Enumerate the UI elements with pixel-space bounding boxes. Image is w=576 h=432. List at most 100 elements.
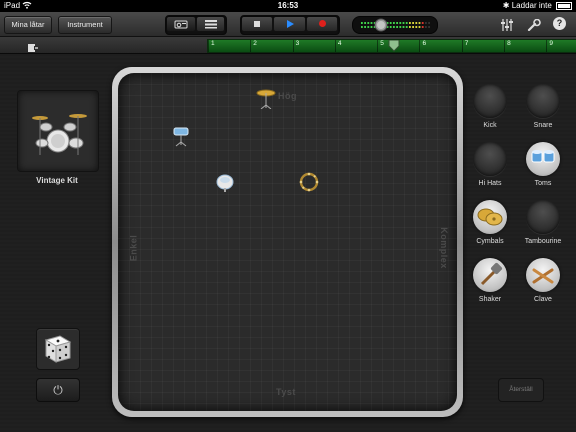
meter-led — [402, 26, 405, 28]
shaker-puck[interactable] — [214, 171, 236, 193]
wrench-icon[interactable] — [527, 18, 541, 32]
ruler-tick — [208, 40, 209, 52]
ruler-bar-number: 8 — [507, 40, 511, 47]
meter-led — [412, 22, 414, 24]
meter-led — [399, 22, 402, 24]
drum-toggle-toms[interactable] — [526, 142, 560, 176]
ruler-bar-number: 1 — [211, 40, 215, 47]
drum-view-icon[interactable] — [167, 17, 195, 31]
transport-controls — [240, 15, 340, 35]
meter-led — [418, 22, 421, 24]
battery-text: Laddar inte — [511, 1, 552, 10]
timeline-ruler[interactable]: 1 2 3 4 5 6 7 8 9 — [207, 39, 576, 53]
ruler-tick — [419, 40, 421, 52]
battery-icon — [556, 1, 572, 10]
meter-led — [409, 22, 411, 24]
kit-name: Vintage Kit — [36, 176, 78, 185]
kit-selector[interactable] — [17, 90, 99, 172]
ruler-bar-number: 3 — [295, 40, 300, 47]
level-meter[interactable] — [352, 16, 438, 34]
power-icon: ⏻ — [53, 383, 63, 397]
pad-label-right: Komplex — [439, 227, 450, 269]
drum-toggle-clave[interactable] — [526, 258, 560, 292]
meter-led — [361, 26, 363, 28]
meter-led — [428, 22, 430, 24]
meter-led — [399, 26, 402, 28]
ruler-bar-number: 6 — [422, 40, 427, 47]
meter-led — [393, 26, 395, 28]
stop-icon[interactable] — [242, 17, 272, 31]
meter-led — [412, 26, 414, 28]
meter-led — [389, 26, 392, 28]
meter-led — [425, 22, 427, 24]
my-songs-button[interactable]: Mina låtar — [4, 16, 52, 34]
pad-label-top: Hög — [278, 91, 297, 101]
add-section-icon[interactable] — [28, 40, 38, 52]
drum-toggle-label: Cymbals — [476, 238, 504, 245]
ruler-tick — [250, 40, 252, 52]
meter-led — [409, 26, 411, 28]
meter-led — [428, 26, 430, 28]
meter-led — [396, 22, 398, 24]
drum-toggle-label: Snare — [533, 122, 553, 129]
xy-pad-frame: Hög Tyst Enkel Komplex — [112, 67, 463, 417]
meter-led — [364, 22, 366, 24]
ruler-tick — [504, 40, 506, 52]
meter-led — [367, 22, 370, 24]
reset-button[interactable]: Återställ — [498, 378, 544, 402]
mixer-icon[interactable] — [500, 18, 514, 31]
status-bar: iPad 16:53 ✱ Laddar inte — [0, 0, 576, 12]
ruler-tick — [461, 40, 463, 52]
tambourine-puck[interactable] — [298, 171, 320, 193]
record-icon[interactable] — [307, 17, 337, 31]
clock: 16:53 — [277, 1, 299, 10]
battery-status: ✱ Laddar inte — [503, 1, 572, 10]
ruler-tick — [292, 40, 294, 52]
meter-led — [421, 26, 424, 28]
drum-toggle-label: Toms — [534, 180, 552, 187]
instrument-button[interactable]: Instrument — [58, 16, 112, 34]
ruler-tick — [334, 40, 336, 52]
ruler-bar-number: 9 — [549, 40, 554, 47]
meter-led — [370, 22, 373, 24]
drum-kit-icon — [32, 114, 87, 155]
meter-led — [425, 26, 427, 28]
meter-led — [389, 22, 392, 24]
drum-toggle-snare[interactable] — [526, 84, 560, 118]
cymbal-puck[interactable] — [255, 87, 277, 110]
drum-toggle-label: Tambourine — [524, 238, 562, 245]
drum-toggle-hi-hats[interactable] — [473, 142, 507, 176]
tracks-view-icon[interactable] — [197, 17, 224, 31]
dice-button[interactable] — [36, 328, 80, 370]
meter-led — [421, 22, 424, 24]
xy-pad[interactable]: Hög Tyst Enkel Komplex — [118, 73, 457, 411]
meter-led — [370, 26, 373, 28]
ruler-bar: 1 2 3 4 5 6 7 8 9 — [0, 37, 576, 54]
play-icon[interactable] — [274, 17, 305, 31]
playhead[interactable] — [388, 39, 400, 52]
meter-led — [402, 22, 405, 24]
ruler-bar-number: 4 — [337, 40, 342, 47]
meter-led — [405, 22, 408, 24]
bluetooth-icon: ✱ — [502, 1, 510, 10]
drum-toggle-cymbals[interactable] — [473, 200, 507, 234]
power-button[interactable]: ⏻ — [36, 378, 80, 402]
meter-led — [393, 22, 395, 24]
ruler-bar-number: 2 — [253, 40, 257, 47]
drum-toggle-shaker[interactable] — [473, 258, 507, 292]
tom-puck[interactable] — [170, 125, 192, 147]
instrument-toggles: Kick Snare Hi Hats Toms Cymbals Tambourine Sha… — [468, 84, 576, 314]
help-icon[interactable]: ? — [553, 17, 566, 30]
ruler-bar-number: 7 — [464, 40, 469, 47]
meter-led — [415, 22, 418, 24]
pad-label-left: Enkel — [128, 234, 139, 262]
meter-led — [361, 22, 363, 24]
drum-toggle-kick[interactable] — [473, 84, 507, 118]
ruler-bar-number: 5 — [380, 40, 384, 47]
meter-led — [415, 26, 418, 28]
pad-label-bottom: Tyst — [276, 387, 296, 397]
ruler-tick — [377, 40, 379, 52]
meter-led — [367, 26, 370, 28]
drum-toggle-tambourine[interactable] — [526, 200, 560, 234]
meter-led — [364, 26, 366, 28]
